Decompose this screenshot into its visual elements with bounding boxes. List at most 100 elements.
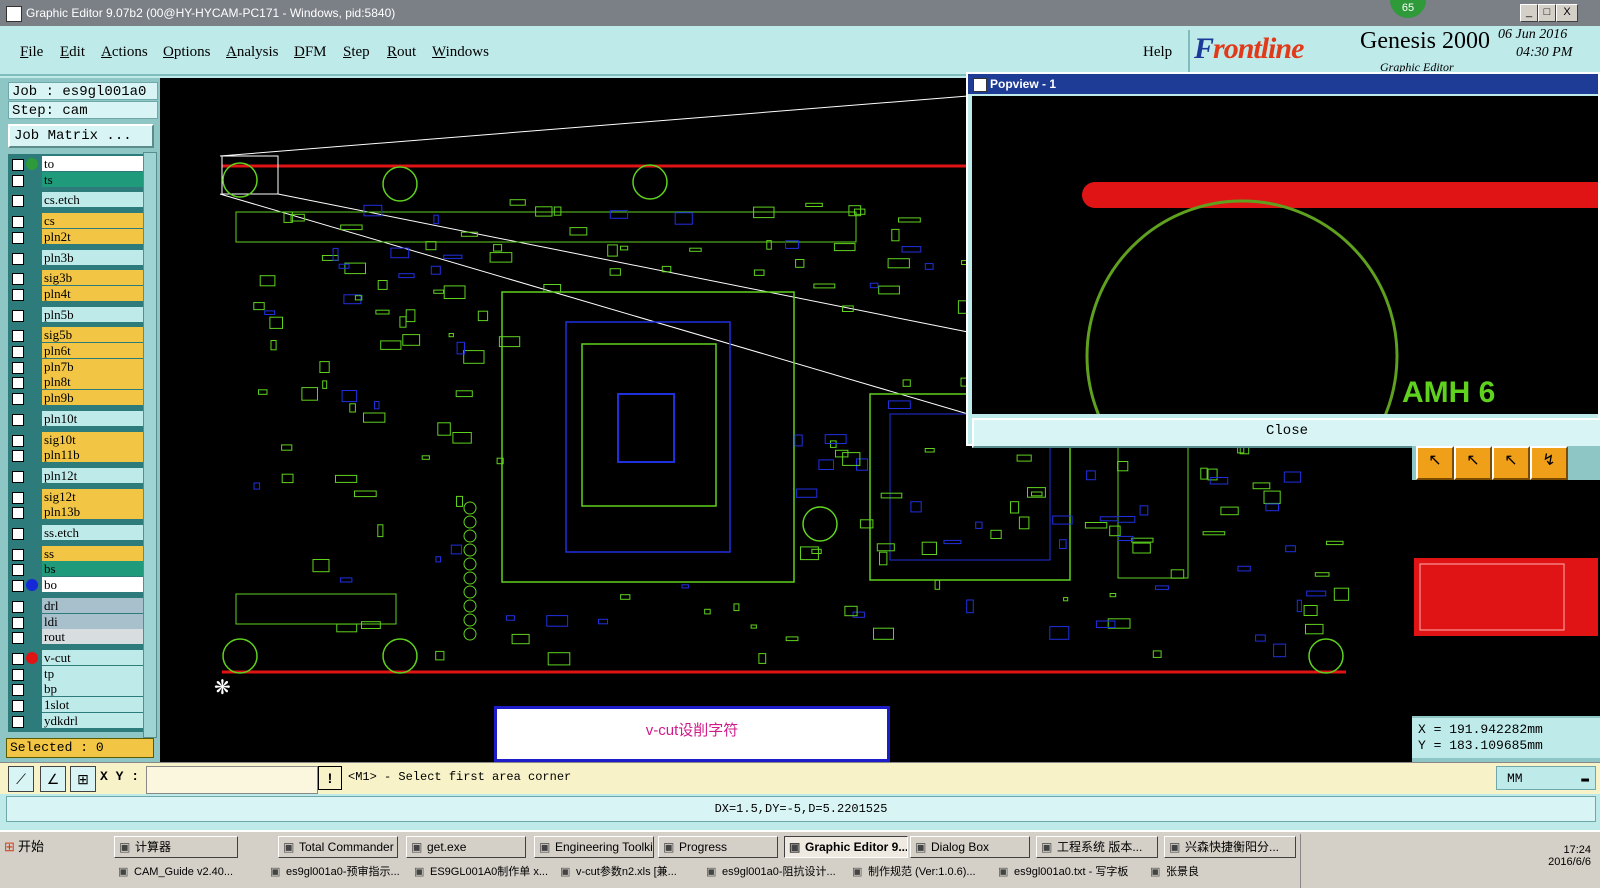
layer-row[interactable]: sig12t bbox=[8, 488, 148, 505]
task-user[interactable]: 张景良 bbox=[1146, 862, 1286, 884]
layer-checkbox[interactable] bbox=[12, 309, 24, 322]
task-engineering-system[interactable]: 工程系统 版本... bbox=[1036, 836, 1158, 858]
layer-checkbox[interactable] bbox=[12, 548, 24, 561]
menu-analysis[interactable]: Analysis bbox=[226, 44, 279, 61]
layer-row[interactable]: v-cut bbox=[8, 649, 148, 666]
layer-row[interactable]: pln7b bbox=[8, 358, 148, 375]
layer-checkbox[interactable] bbox=[12, 346, 24, 358]
task-graphic-editor[interactable]: Graphic Editor 9... bbox=[784, 836, 908, 858]
task-wordpad[interactable]: es9gl001a0.txt - 写字板 bbox=[994, 862, 1162, 884]
task-calculator[interactable]: 计算器 bbox=[114, 836, 238, 858]
task-impedance[interactable]: es9gl001a0-阻抗设计... bbox=[702, 862, 864, 884]
layer-checkbox[interactable] bbox=[12, 377, 24, 390]
layer-checkbox[interactable] bbox=[12, 715, 24, 728]
layer-checkbox[interactable] bbox=[12, 361, 24, 374]
layer-row[interactable]: ydkdrl bbox=[8, 712, 148, 729]
grid-icon[interactable]: ⊞ bbox=[70, 766, 96, 792]
layer-checkbox[interactable] bbox=[12, 231, 24, 244]
layer-row[interactable]: ldi bbox=[8, 613, 148, 630]
layer-checkbox[interactable] bbox=[12, 507, 24, 520]
layer-row[interactable]: pln5b bbox=[8, 306, 148, 323]
layer-checkbox[interactable] bbox=[12, 330, 24, 343]
layer-row[interactable]: pln12t bbox=[8, 467, 148, 484]
layer-row[interactable]: tp bbox=[8, 665, 148, 682]
layer-checkbox[interactable] bbox=[12, 252, 24, 265]
layer-row[interactable]: sig5b bbox=[8, 327, 148, 343]
layer-row[interactable]: pln6t bbox=[8, 343, 148, 359]
overview-map[interactable] bbox=[1412, 480, 1600, 716]
layer-row[interactable]: cs.etch bbox=[8, 192, 148, 208]
layer-checkbox[interactable] bbox=[12, 434, 24, 447]
menu-dfm[interactable]: DFM bbox=[294, 44, 327, 61]
layer-checkbox[interactable] bbox=[12, 288, 24, 301]
layer-row[interactable]: pln2t bbox=[8, 228, 148, 245]
layer-checkbox[interactable] bbox=[12, 195, 24, 208]
layer-row[interactable]: pln11b bbox=[8, 447, 148, 463]
task-production-sheet[interactable]: ES9GL001A0制作单 x... bbox=[410, 862, 572, 884]
layer-checkbox[interactable] bbox=[12, 273, 24, 286]
start-button[interactable]: 开始 bbox=[2, 836, 66, 858]
measure-icon[interactable]: ⟋ bbox=[8, 766, 34, 792]
menu-actions[interactable]: Actions bbox=[101, 44, 148, 61]
layer-row[interactable]: sig10t bbox=[8, 431, 148, 448]
layer-row[interactable]: rout bbox=[8, 629, 148, 645]
units-select[interactable]: MM ▬ bbox=[1496, 766, 1596, 790]
layer-row[interactable]: bp bbox=[8, 681, 148, 697]
layer-checkbox[interactable] bbox=[12, 668, 24, 681]
xy-input[interactable] bbox=[146, 766, 318, 794]
layer-checkbox[interactable] bbox=[12, 632, 24, 645]
popview-canvas[interactable]: AMH 6 bbox=[972, 96, 1598, 414]
select-arrow-icon[interactable]: ↖ bbox=[1416, 446, 1454, 480]
layer-checkbox[interactable] bbox=[12, 174, 24, 187]
layer-checkbox[interactable] bbox=[12, 491, 24, 504]
layer-row[interactable]: pln8t bbox=[8, 374, 148, 390]
layer-row[interactable]: drl bbox=[8, 597, 148, 614]
task-pre-review[interactable]: es9gl001a0-预审指示... bbox=[266, 862, 428, 884]
menu-edit[interactable]: Edit bbox=[60, 44, 85, 61]
layer-checkbox[interactable] bbox=[12, 652, 24, 665]
layer-checkbox[interactable] bbox=[12, 616, 24, 629]
menu-rout[interactable]: Rout bbox=[387, 44, 416, 61]
menu-windows[interactable]: Windows bbox=[432, 44, 489, 61]
layer-checkbox[interactable] bbox=[12, 600, 24, 613]
layer-checkbox[interactable] bbox=[12, 159, 24, 171]
layer-row[interactable]: ss bbox=[8, 545, 148, 562]
layer-checkbox[interactable] bbox=[12, 470, 24, 483]
menu-options[interactable]: Options bbox=[163, 44, 211, 61]
layer-row[interactable]: bs bbox=[8, 561, 148, 577]
layer-checkbox[interactable] bbox=[12, 216, 24, 229]
menu-file[interactable]: File bbox=[20, 44, 43, 61]
layer-checkbox[interactable] bbox=[12, 700, 24, 712]
task-xingsen[interactable]: 兴森快捷衡阳分... bbox=[1164, 836, 1296, 858]
minimize-button[interactable]: _ bbox=[1520, 4, 1538, 22]
layer-row[interactable]: sig3b bbox=[8, 270, 148, 286]
layer-row[interactable]: cs bbox=[8, 213, 148, 229]
layer-checkbox[interactable] bbox=[12, 413, 24, 426]
popview-close-button[interactable]: Close bbox=[972, 418, 1600, 448]
layer-scrollbar[interactable] bbox=[143, 152, 157, 738]
task-get-exe[interactable]: get.exe bbox=[406, 836, 526, 858]
layer-row[interactable]: pln13b bbox=[8, 504, 148, 520]
layer-row[interactable]: to bbox=[8, 156, 148, 172]
task-cam-guide[interactable]: CAM_Guide v2.40... bbox=[114, 862, 282, 884]
task-progress[interactable]: Progress bbox=[658, 836, 778, 858]
layer-row[interactable]: bo bbox=[8, 577, 148, 593]
layer-row[interactable]: pln4t bbox=[8, 285, 148, 302]
job-matrix-button[interactable]: Job Matrix ... bbox=[8, 124, 154, 148]
select-minus-icon[interactable]: ↖ bbox=[1492, 446, 1530, 480]
layer-row[interactable]: pln9b bbox=[8, 390, 148, 406]
layer-checkbox[interactable] bbox=[12, 684, 24, 697]
maximize-button[interactable]: □ bbox=[1538, 4, 1556, 22]
layer-checkbox[interactable] bbox=[12, 580, 24, 593]
task-vcut-params[interactable]: v-cut参数n2.xls [兼... bbox=[556, 862, 718, 884]
task-total-commander[interactable]: Total Commander ... bbox=[278, 836, 398, 858]
layer-row[interactable]: pln10t bbox=[8, 410, 148, 427]
menu-step[interactable]: Step bbox=[343, 44, 370, 61]
close-button[interactable]: X bbox=[1556, 4, 1578, 22]
layer-row[interactable]: ts bbox=[8, 171, 148, 188]
menu-help[interactable]: Help bbox=[1143, 44, 1172, 61]
layer-checkbox[interactable] bbox=[12, 393, 24, 406]
layer-row[interactable]: 1slot bbox=[8, 697, 148, 713]
task-spec[interactable]: 制作规范 (Ver:1.0.6)... bbox=[848, 862, 1010, 884]
select-net-icon[interactable]: ↯ bbox=[1530, 446, 1568, 480]
